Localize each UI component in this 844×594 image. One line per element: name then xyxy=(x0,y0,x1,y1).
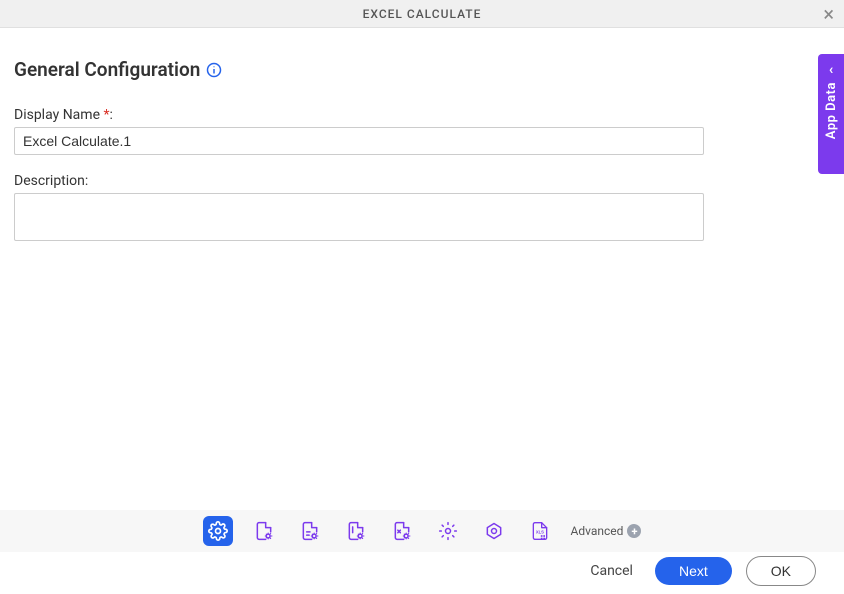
content-area: General Configuration Display Name *: De… xyxy=(0,28,844,245)
modal-header: EXCEL CALCULATE × xyxy=(0,0,844,28)
tab-general-config[interactable] xyxy=(203,516,233,546)
display-name-input[interactable] xyxy=(14,127,704,155)
tab-settings-gear[interactable] xyxy=(433,516,463,546)
button-row: Cancel Next OK xyxy=(0,552,844,594)
side-tab-app-data[interactable]: ‹ App Data xyxy=(818,54,844,174)
tab-sheet-config-4[interactable] xyxy=(387,516,417,546)
section-title: General Configuration xyxy=(14,58,200,81)
advanced-label: Advanced xyxy=(571,524,624,538)
tab-process-gear[interactable] xyxy=(479,516,509,546)
cancel-button[interactable]: Cancel xyxy=(582,557,641,585)
tab-xls-output[interactable]: XLS xyxy=(525,516,555,546)
display-name-field-group: Display Name *: xyxy=(14,107,830,155)
description-input[interactable] xyxy=(14,193,704,241)
description-label: Description: xyxy=(14,173,830,189)
close-icon[interactable]: × xyxy=(823,4,834,24)
ok-button[interactable]: OK xyxy=(746,556,816,586)
tab-sheet-config-1[interactable] xyxy=(249,516,279,546)
side-tab-label: App Data xyxy=(824,82,839,139)
info-icon[interactable] xyxy=(206,62,222,78)
svg-text:XLS: XLS xyxy=(535,530,543,535)
step-toolbar: XLS Advanced + xyxy=(0,510,844,552)
tab-sheet-config-2[interactable] xyxy=(295,516,325,546)
tab-sheet-config-3[interactable] xyxy=(341,516,371,546)
advanced-toggle[interactable]: Advanced + xyxy=(571,524,642,538)
modal-title: EXCEL CALCULATE xyxy=(363,7,482,21)
plus-circle-icon: + xyxy=(627,524,641,538)
chevron-left-icon: ‹ xyxy=(829,62,833,78)
description-field-group: Description: xyxy=(14,173,830,245)
next-button[interactable]: Next xyxy=(655,557,732,585)
section-title-row: General Configuration xyxy=(14,58,830,81)
display-name-label: Display Name *: xyxy=(14,107,830,123)
bottom-region: XLS Advanced + Cancel Next OK xyxy=(0,510,844,594)
